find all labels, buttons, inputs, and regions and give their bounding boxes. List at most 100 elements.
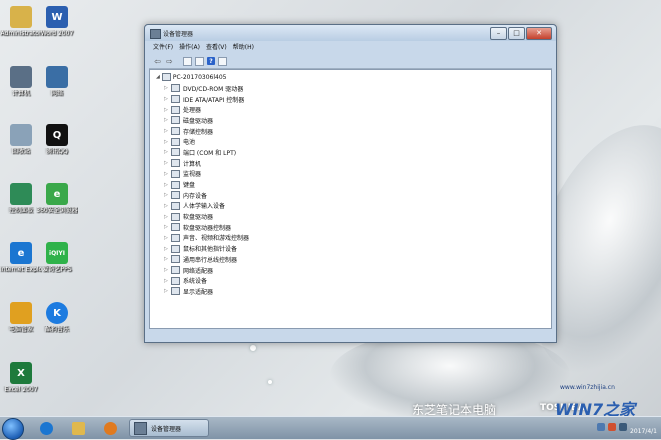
- maximize-button[interactable]: □: [508, 27, 525, 40]
- device-category-row[interactable]: ▷ 键盘: [164, 179, 249, 190]
- collapse-arrow-icon[interactable]: ◢: [156, 74, 160, 80]
- device-category-row[interactable]: ▷ 显示适配器: [164, 286, 249, 297]
- device-category-row[interactable]: ▷ 软盘驱动器: [164, 211, 249, 222]
- device-category-icon: [171, 127, 180, 136]
- expand-arrow-icon[interactable]: ▷: [164, 117, 168, 123]
- desktop-icon-excel[interactable]: X Excel 2007: [0, 362, 42, 393]
- device-category-row[interactable]: ▷ 处理器: [164, 104, 249, 115]
- expand-arrow-icon[interactable]: ▷: [164, 96, 168, 102]
- device-category-row[interactable]: ▷ 网络适配器: [164, 265, 249, 276]
- device-category-row[interactable]: ▷ 通用串行总线控制器: [164, 254, 249, 265]
- menu-file[interactable]: 文件(F): [153, 42, 173, 53]
- tray-volume-icon[interactable]: [619, 423, 628, 431]
- taskbar-device-manager[interactable]: 设备管理器: [129, 419, 209, 437]
- system-tray: 2017/4/1: [597, 418, 657, 436]
- device-category-row[interactable]: ▷ 端口 (COM 和 LPT): [164, 147, 249, 158]
- back-arrow-icon[interactable]: ⇦: [153, 57, 162, 66]
- desktop-icon-label: 网络: [50, 90, 63, 97]
- device-category-label: 磁盘驱动器: [183, 117, 214, 125]
- tray-network-icon[interactable]: [597, 423, 606, 431]
- start-button[interactable]: [2, 418, 24, 440]
- expand-arrow-icon[interactable]: ▷: [164, 278, 168, 284]
- device-category-label: 监视器: [183, 171, 202, 179]
- expand-arrow-icon[interactable]: ▷: [164, 128, 168, 134]
- menu-help[interactable]: 帮助(H): [233, 42, 254, 53]
- device-category-row[interactable]: ▷ IDE ATA/ATAPI 控制器: [164, 94, 249, 105]
- device-category-icon: [171, 116, 180, 125]
- device-category-icon: [171, 287, 180, 296]
- device-category-row[interactable]: ▷ 声音、视频和游戏控制器: [164, 233, 249, 244]
- forward-arrow-icon[interactable]: ⇨: [165, 57, 174, 66]
- taskbar-ie-button[interactable]: [32, 419, 60, 437]
- menu-view[interactable]: 查看(V): [206, 42, 227, 53]
- desktop-icon-qq[interactable]: Q 腾讯QQ: [36, 124, 78, 155]
- expand-arrow-icon[interactable]: ▷: [164, 235, 168, 241]
- clock[interactable]: 2017/4/1: [630, 418, 657, 436]
- device-category-row[interactable]: ▷ DVD/CD-ROM 驱动器: [164, 83, 249, 94]
- expand-arrow-icon[interactable]: ▷: [164, 288, 168, 294]
- device-category-row[interactable]: ▷ 软盘驱动器控制器: [164, 222, 249, 233]
- expand-arrow-icon[interactable]: ▷: [164, 203, 168, 209]
- device-category-row[interactable]: ▷ 存储控制器: [164, 126, 249, 137]
- expand-arrow-icon[interactable]: ▷: [164, 139, 168, 145]
- device-category-label: 网络适配器: [183, 267, 214, 275]
- device-category-row[interactable]: ▷ 计算机: [164, 158, 249, 169]
- window-titlebar[interactable]: 设备管理器 – □ ✕: [145, 25, 556, 41]
- expand-arrow-icon[interactable]: ▷: [164, 214, 168, 220]
- tray-flag-icon[interactable]: [608, 423, 617, 431]
- expand-arrow-icon[interactable]: ▷: [164, 246, 168, 252]
- expand-arrow-icon[interactable]: ▷: [164, 192, 168, 198]
- device-tree-panel[interactable]: ◢ PC-20170306l405 ▷ DVD/CD-ROM 驱动器 ▷ IDE AT…: [149, 69, 552, 329]
- taskbar-explorer-button[interactable]: [64, 419, 92, 437]
- computer-icon: [10, 66, 32, 88]
- device-category-row[interactable]: ▷ 系统设备: [164, 275, 249, 286]
- expand-arrow-icon[interactable]: ▷: [164, 182, 168, 188]
- expand-arrow-icon[interactable]: ▷: [164, 85, 168, 91]
- properties-icon[interactable]: [183, 56, 192, 66]
- browser-360-icon: e: [46, 183, 68, 205]
- expand-arrow-icon[interactable]: ▷: [164, 224, 168, 230]
- qq-penguin-icon: Q: [46, 124, 68, 146]
- minimize-button[interactable]: –: [490, 27, 507, 40]
- desktop-icon-network[interactable]: 网络: [36, 66, 78, 97]
- desktop-icon-iqiyi[interactable]: iQIYI 爱奇艺PPS: [36, 242, 78, 273]
- device-category-label: 处理器: [183, 107, 202, 115]
- device-category-row[interactable]: ▷ 磁盘驱动器: [164, 115, 249, 126]
- expand-arrow-icon[interactable]: ▷: [164, 171, 168, 177]
- expand-arrow-icon[interactable]: ▷: [164, 267, 168, 273]
- taskbar-media-player-button[interactable]: [96, 419, 124, 437]
- help-icon[interactable]: ?: [207, 57, 215, 65]
- device-category-row[interactable]: ▷ 内存设备: [164, 190, 249, 201]
- desktop-icon-kugou[interactable]: K 酷狗音乐: [36, 302, 78, 333]
- device-category-row[interactable]: ▷ 人体学输入设备: [164, 201, 249, 212]
- desktop-icon-word[interactable]: W Word 2007: [36, 6, 78, 37]
- menu-action[interactable]: 操作(A): [179, 42, 200, 53]
- excel-icon: X: [10, 362, 32, 384]
- close-button[interactable]: ✕: [526, 27, 552, 40]
- device-category-row[interactable]: ▷ 鼠标和其他指针设备: [164, 243, 249, 254]
- device-category-icon: [171, 105, 180, 114]
- expand-arrow-icon[interactable]: ▷: [164, 107, 168, 113]
- device-category-row[interactable]: ▷ 监视器: [164, 169, 249, 180]
- device-category-icon: [171, 244, 180, 253]
- media-player-icon: [103, 421, 117, 435]
- word-icon: W: [46, 6, 68, 28]
- device-category-row[interactable]: ▷ 电池: [164, 136, 249, 147]
- status-bar: [149, 331, 552, 341]
- device-category-icon: [171, 169, 180, 178]
- wallpaper-droplet: [250, 345, 256, 351]
- device-manager-window[interactable]: 设备管理器 – □ ✕ 文件(F) 操作(A) 查看(V) 帮助(H) ⇦ ⇨ …: [144, 24, 557, 343]
- expand-arrow-icon[interactable]: ▷: [164, 149, 168, 155]
- device-category-label: 软盘驱动器: [183, 214, 214, 222]
- window-title: 设备管理器: [163, 31, 194, 38]
- expand-arrow-icon[interactable]: ▷: [164, 256, 168, 262]
- tree-root[interactable]: ◢ PC-20170306l405: [156, 73, 227, 81]
- device-category-label: 通用串行总线控制器: [183, 256, 238, 264]
- desktop-icon-360-browser[interactable]: e 360安全浏览器: [36, 183, 78, 214]
- device-category-label: 显示适配器: [183, 288, 214, 296]
- wallpaper-droplet: [268, 380, 272, 384]
- view-icon[interactable]: [195, 56, 204, 66]
- scan-hardware-icon[interactable]: [218, 56, 227, 66]
- expand-arrow-icon[interactable]: ▷: [164, 160, 168, 166]
- taskbar-item-label: 设备管理器: [151, 425, 182, 433]
